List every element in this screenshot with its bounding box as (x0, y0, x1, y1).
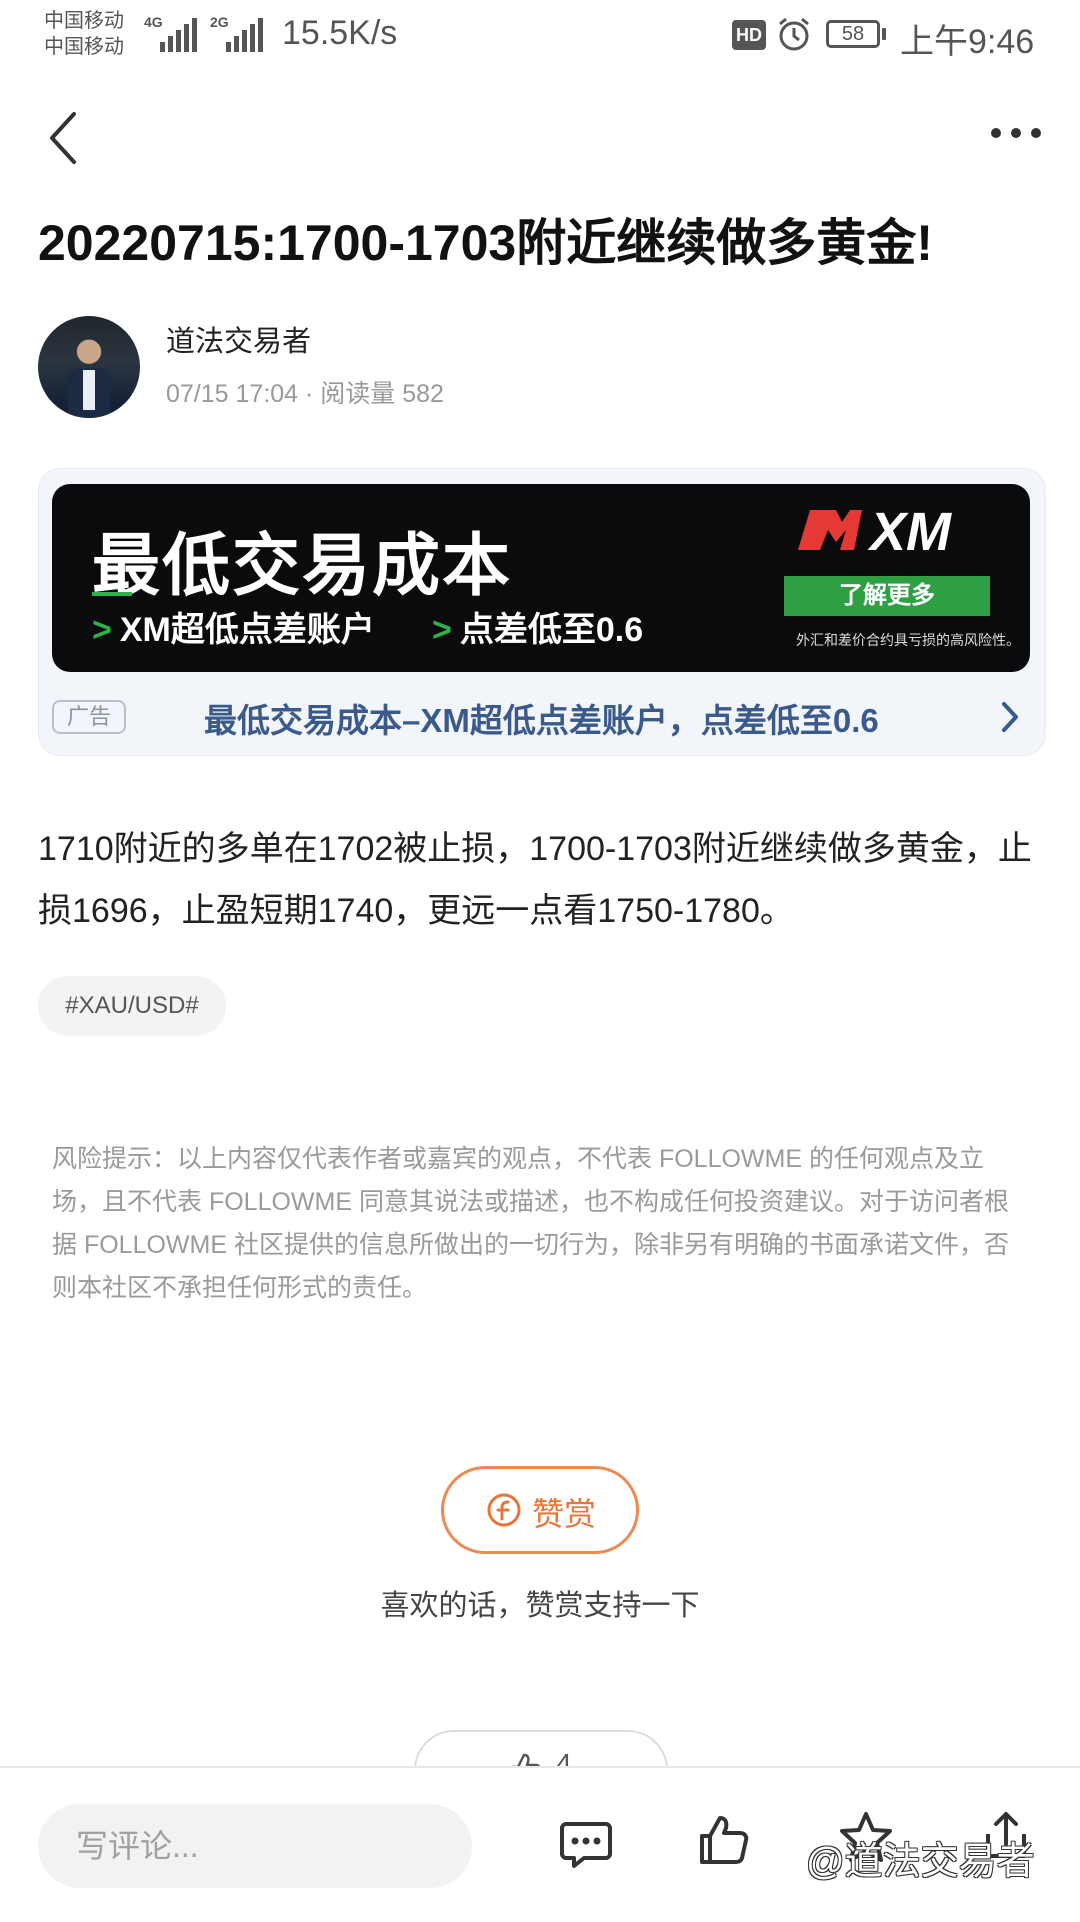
ad-caption-link[interactable]: 最低交易成本–XM超低点差账户，点差低至0.6 (204, 694, 879, 742)
carrier-2: 中国移动 (44, 36, 124, 58)
tip-subtitle: 喜欢的话，赞赏支持一下 (380, 1590, 700, 1622)
ad-headline: 最低交易成本 (92, 528, 513, 604)
network-speed: 15.5K/s (282, 14, 398, 52)
ad-divider (92, 592, 132, 596)
alarm-icon (779, 17, 809, 51)
ad-risk-text: 外汇和差价合约具亏损的高风险性。 (796, 632, 1020, 648)
article-title: 20220715:1700-1703附近继续做多黄金! (38, 215, 933, 271)
signal-bars-icon (160, 18, 197, 52)
battery-tip (882, 28, 886, 40)
comment-icon[interactable] (558, 1816, 614, 1872)
comment-input[interactable] (38, 1804, 472, 1888)
ad-bullet-2: > 点差低至0.6 (432, 611, 644, 649)
tip-button[interactable]: 赞赏 (441, 1466, 639, 1554)
xm-logo-text: XM (867, 502, 952, 556)
carrier-1: 中国移动 (44, 10, 124, 32)
risk-notice: 风险提示：以上内容仅代表作者或嘉宾的观点，不代表 FOLLOWME 的任何观点及… (52, 1145, 1009, 1302)
ad-label-badge: 广告 (52, 700, 126, 734)
clock: 上午9:46 (900, 23, 1035, 61)
avatar[interactable] (38, 316, 140, 418)
xm-logo: XM (798, 502, 952, 556)
status-bar: 中国移动 中国移动 4G 2G 15.5K/s HD 58 上午9:46 (0, 0, 1080, 76)
post-meta: 07/15 17:04 · 阅读量 582 (166, 380, 444, 408)
watermark: @道法交易者 (806, 1841, 1035, 1883)
hd-badge: HD (732, 20, 766, 50)
chevron-right-icon[interactable] (1000, 700, 1020, 734)
thumbs-up-icon[interactable] (696, 1812, 752, 1868)
learn-more-button[interactable]: 了解更多 (784, 576, 990, 616)
ad-banner[interactable]: 最低交易成本 > XM超低点差账户 > 点差低至0.6 XM 了解更多 外汇和差价合… (52, 484, 1030, 672)
article-body: 1710附近的多单在1702被止损，1700-1703附近继续做多黄金，止损16… (38, 830, 1032, 930)
ad-bullet-1: > XM超低点差账户 (92, 611, 375, 649)
more-dots-icon[interactable] (988, 118, 1044, 148)
battery-icon: 58 (826, 20, 880, 48)
carrier-labels: 中国移动 中国移动 (44, 8, 124, 60)
topic-tag[interactable]: #XAU/USD# (38, 976, 226, 1036)
chevron-left-icon[interactable] (44, 108, 84, 168)
coin-icon (487, 1493, 521, 1527)
ad-bullet-2-text: 点差低至0.6 (459, 611, 644, 649)
author-name[interactable]: 道法交易者 (166, 318, 311, 360)
signal-bars-2-icon (226, 18, 263, 52)
tip-label: 赞赏 (532, 1496, 597, 1532)
ad-bullet-1-text: XM超低点差账户 (119, 611, 375, 649)
